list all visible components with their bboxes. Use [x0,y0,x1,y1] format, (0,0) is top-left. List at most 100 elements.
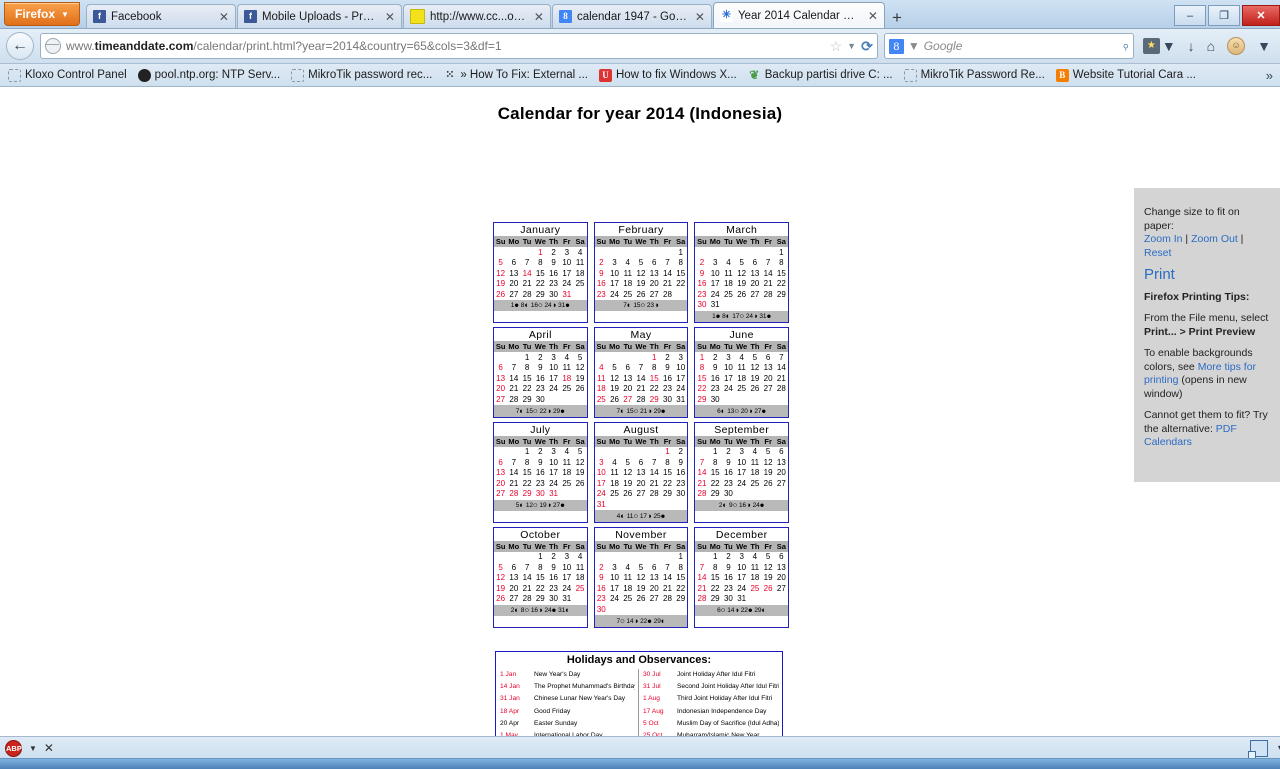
bookmark-item[interactable]: U How to fix Windows X... [595,68,741,83]
chevron-down-icon[interactable]: ▼ [1276,743,1280,753]
persona-button[interactable]: ☺ [1224,37,1248,55]
day-cell: 6 [765,352,771,362]
day-cell: 7 [665,258,670,268]
day-cell: 21 [636,384,646,394]
bookmark-item[interactable]: B Website Tutorial Cara ... [1052,68,1200,83]
empty-day-cell [775,394,788,405]
chevron-down-icon[interactable]: ▼ [908,39,920,53]
day-cell: 5 [739,258,744,268]
moon-phase-entry: 27● [754,406,767,416]
close-tab-icon[interactable]: ✕ [693,11,707,23]
day-cell: 26 [496,289,506,299]
empty-day-cell [547,394,560,405]
bookmark-item[interactable]: ⁙ » How To Fix: External ... [439,68,592,83]
moon-phase-entry: 7◐ [616,406,625,416]
day-cell: 10 [737,457,747,467]
browser-tab[interactable]: http://www.cc...ony/mitra.php ✕ [402,4,551,28]
url-text: www.timeanddate.com/calendar/print.html?… [66,39,825,53]
close-tab-icon[interactable]: ✕ [217,11,231,23]
browser-tab[interactable]: 8 calendar 1947 - Google Search ✕ [551,4,712,28]
day-cell: 3 [612,258,617,268]
zoom-out-link[interactable]: Zoom Out [1191,233,1238,245]
weekday-header: Sa [573,236,587,247]
adblock-plus-icon[interactable]: ABP [5,739,22,757]
day-cell: 16 [723,573,733,583]
moon-phase-icon: ○ [720,605,726,615]
day-cell: 31 [562,594,572,604]
weekday-header: Su [695,236,709,247]
holiday-date: 1 Aug [643,695,660,703]
chevron-down-icon[interactable]: ▼ [847,41,856,51]
resize-label: Change size to fit on paper: [1144,206,1240,232]
day-cell: 19 [575,373,585,383]
search-input[interactable]: Google [924,39,963,53]
bookmark-item[interactable]: ❦ Backup partisi drive C: ... [744,68,897,83]
new-tab-button[interactable]: + [892,9,902,26]
moon-phase-row: 7◐ 15○ 23◑ [594,299,688,312]
month-block: July Su Mo Tu We Th Fr Sa 1 2 3 4 5 6 7 8 9 10 11 12 13 14 15… [493,421,588,523]
empty-day-cell [674,500,687,511]
address-bar[interactable]: www.timeanddate.com/calendar/print.html?… [40,33,878,59]
bookmark-item[interactable]: MikroTik password rec... [287,68,436,83]
day-cell: 18 [623,583,633,593]
chevron-down-icon[interactable]: ▼ [29,744,37,753]
week-row: 27 28 29 30 [494,394,587,405]
bookmark-star-icon[interactable]: ☆ [830,38,843,55]
weekday-header: We [735,540,749,552]
search-box[interactable]: 8 ▼ Google ⌕ [883,33,1134,59]
browser-tab[interactable]: ✳ Year 2014 Calendar – Indonesia ✕ [712,2,885,28]
bookmark-item[interactable]: Kloxo Control Panel [4,68,131,83]
browser-tab[interactable]: f Facebook ✕ [85,4,236,28]
browser-tab[interactable]: f Mobile Uploads - Practice En... ✕ [236,4,402,28]
weekday-header: Mo [607,236,622,247]
moon-phase-entry: 25● [653,511,666,521]
reset-link[interactable]: Reset [1144,247,1171,259]
day-cell: 3 [739,447,744,457]
weekday-header: Su [494,540,508,552]
bookmarks-star-icon: ★ [1142,38,1160,54]
bookmarks-overflow-chevron-icon[interactable]: » [1266,68,1276,83]
day-cell: 6 [652,562,657,572]
day-cell: 29 [776,289,786,299]
empty-day-cell [695,552,708,563]
week-row: 5 6 7 8 9 10 11 [494,258,587,269]
close-tab-icon[interactable]: ✕ [383,11,397,23]
close-findbar-icon[interactable]: ✕ [44,741,54,755]
downloads-button[interactable]: ↓ [1185,38,1198,54]
close-tab-icon[interactable]: ✕ [532,11,546,23]
day-cell: 30 [596,605,606,615]
month-name: March [695,223,789,236]
bookmark-item[interactable]: MikroTik Password Re... [900,68,1049,83]
day-cell: 11 [575,562,585,572]
close-tab-icon[interactable]: ✕ [866,10,880,22]
zoom-in-link[interactable]: Zoom In [1144,233,1183,245]
empty-day-cell [621,247,634,258]
home-icon: ⌂ [1206,38,1216,54]
search-icon[interactable]: ⌕ [1117,38,1133,54]
reload-icon[interactable]: ⟳ [861,38,873,55]
back-button[interactable]: ← [6,32,34,60]
firefox-menu-button[interactable]: Firefox ▼ [4,2,80,26]
day-cell: 24 [676,384,686,394]
restore-button[interactable]: ❐ [1208,5,1240,26]
holiday-row: 1 Aug Third Joint Holiday After Idul Fitr… [643,693,779,705]
close-window-button[interactable]: ✕ [1242,5,1280,26]
minimize-button[interactable]: – [1174,5,1206,26]
empty-day-cell [748,300,761,311]
toolbar-overflow-button[interactable]: ▼ [1254,38,1274,54]
week-row: 17 18 19 20 21 22 23 [595,478,688,489]
weekday-header: Fr [761,435,775,447]
day-cell: 5 [577,352,583,362]
week-row: 23 24 25 26 27 28 29 [695,289,788,300]
print-link[interactable]: Print [1144,267,1270,281]
find-selection-icon[interactable] [1248,739,1269,759]
home-button[interactable]: ⌂ [1204,38,1218,54]
moon-phase-entry: 1● [712,311,721,321]
bookmark-item[interactable]: pool.ntp.org: NTP Serv... [134,68,285,83]
bookmarks-menu-button[interactable]: ★ ▼ [1140,38,1179,54]
day-cell: 7 [779,352,784,362]
day-cell: 18 [596,384,606,394]
day-cell: 8 [779,258,784,268]
day-cell: 31 [676,394,686,404]
month-day-table: Su Mo Tu We Th Fr Sa 1 2 3 4 5 6 7 8 9 10 11 12 13 14 15 16 17… [594,540,688,616]
